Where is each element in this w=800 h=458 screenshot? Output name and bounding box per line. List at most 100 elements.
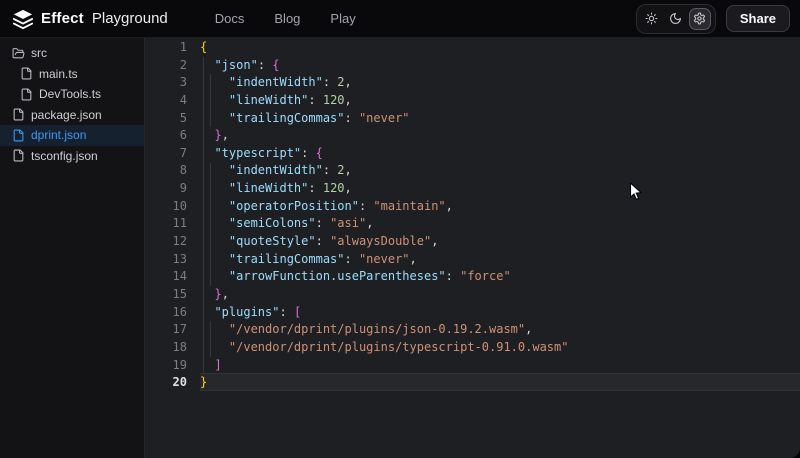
code-line-16[interactable]: 16 "plugins": [ bbox=[145, 304, 800, 322]
file-name: main.ts bbox=[39, 67, 78, 81]
nav-link-play[interactable]: Play bbox=[330, 11, 355, 26]
line-content: }, bbox=[187, 286, 229, 304]
file-icon bbox=[20, 88, 33, 101]
code-line-18[interactable]: 18 "/vendor/dprint/plugins/typescript-0.… bbox=[145, 339, 800, 357]
code-line-12[interactable]: 12 "quoteStyle": "alwaysDouble", bbox=[145, 233, 800, 251]
code-line-4[interactable]: 4 "lineWidth": 120, bbox=[145, 92, 800, 110]
theme-dark-button[interactable] bbox=[665, 8, 687, 30]
line-number: 12 bbox=[145, 233, 187, 251]
sidebar-item-dprint-json[interactable]: dprint.json bbox=[0, 125, 144, 146]
code-line-14[interactable]: 14 "arrowFunction.useParentheses": "forc… bbox=[145, 268, 800, 286]
file-explorer: src main.ts DevTools.ts package.json dprint.… bbox=[0, 38, 145, 458]
moon-icon bbox=[669, 12, 682, 25]
code-line-8[interactable]: 8 "indentWidth": 2, bbox=[145, 162, 800, 180]
line-number: 6 bbox=[145, 127, 187, 145]
theme-toggle bbox=[636, 4, 716, 34]
line-content: "/vendor/dprint/plugins/json-0.19.2.wasm… bbox=[187, 321, 532, 339]
code-line-19[interactable]: 19 ] bbox=[145, 357, 800, 375]
line-content: "typescript": { bbox=[187, 145, 323, 163]
file-name: src bbox=[31, 46, 47, 60]
code-line-20[interactable]: 20} bbox=[145, 374, 800, 392]
code-line-2[interactable]: 2 "json": { bbox=[145, 57, 800, 75]
line-content: { bbox=[187, 39, 207, 57]
brand[interactable]: Effect Playground bbox=[12, 8, 168, 30]
code-line-6[interactable]: 6 }, bbox=[145, 127, 800, 145]
brand-name: Effect bbox=[41, 10, 84, 27]
theme-system-button[interactable] bbox=[689, 8, 711, 30]
line-content: "plugins": [ bbox=[187, 304, 301, 322]
file-icon bbox=[12, 108, 25, 121]
code-line-3[interactable]: 3 "indentWidth": 2, bbox=[145, 74, 800, 92]
line-content: "json": { bbox=[187, 57, 280, 75]
line-number: 2 bbox=[145, 57, 187, 75]
sidebar-item-main-ts[interactable]: main.ts bbox=[0, 64, 144, 85]
line-number: 7 bbox=[145, 145, 187, 163]
file-name: package.json bbox=[31, 108, 102, 122]
line-number: 5 bbox=[145, 110, 187, 128]
share-button[interactable]: Share bbox=[726, 5, 790, 32]
gear-icon bbox=[693, 12, 706, 25]
effect-playground-window: Effect Playground Docs Blog Play bbox=[0, 0, 800, 458]
line-content: "trailingCommas": "never" bbox=[187, 110, 410, 128]
line-content: "quoteStyle": "alwaysDouble", bbox=[187, 233, 438, 251]
line-number: 9 bbox=[145, 180, 187, 198]
line-content: "indentWidth": 2, bbox=[187, 162, 352, 180]
line-content: }, bbox=[187, 127, 229, 145]
code-line-9[interactable]: 9 "lineWidth": 120, bbox=[145, 180, 800, 198]
file-name: dprint.json bbox=[31, 128, 86, 142]
theme-light-button[interactable] bbox=[641, 8, 663, 30]
header: Effect Playground Docs Blog Play bbox=[0, 0, 800, 38]
line-number: 4 bbox=[145, 92, 187, 110]
file-icon bbox=[12, 129, 25, 142]
file-icon bbox=[12, 149, 25, 162]
code-line-1[interactable]: 1{ bbox=[145, 39, 800, 57]
line-number: 17 bbox=[145, 321, 187, 339]
file-icon bbox=[20, 67, 33, 80]
line-number: 20 bbox=[145, 374, 187, 392]
line-content: "lineWidth": 120, bbox=[187, 180, 352, 198]
main-nav: Docs Blog Play bbox=[215, 11, 356, 26]
line-number: 19 bbox=[145, 357, 187, 375]
folder-open-icon bbox=[12, 47, 25, 60]
code-line-5[interactable]: 5 "trailingCommas": "never" bbox=[145, 110, 800, 128]
line-content: "trailingCommas": "never", bbox=[187, 251, 417, 269]
line-content: "arrowFunction.useParentheses": "force" bbox=[187, 268, 511, 286]
line-number: 11 bbox=[145, 215, 187, 233]
nav-link-docs[interactable]: Docs bbox=[215, 11, 245, 26]
file-name: tsconfig.json bbox=[31, 149, 98, 163]
line-content: ] bbox=[187, 357, 222, 375]
code-line-11[interactable]: 11 "semiColons": "asi", bbox=[145, 215, 800, 233]
line-number: 15 bbox=[145, 286, 187, 304]
code-lines: 1{2 "json": {3 "indentWidth": 2,4 "lineW… bbox=[145, 38, 800, 458]
line-number: 3 bbox=[145, 74, 187, 92]
line-content: "operatorPosition": "maintain", bbox=[187, 198, 453, 216]
code-line-10[interactable]: 10 "operatorPosition": "maintain", bbox=[145, 198, 800, 216]
main-area: src main.ts DevTools.ts package.json dprint.… bbox=[0, 38, 800, 458]
line-number: 8 bbox=[145, 162, 187, 180]
file-name: DevTools.ts bbox=[39, 87, 101, 101]
sidebar-item-package-json[interactable]: package.json bbox=[0, 105, 144, 126]
code-line-13[interactable]: 13 "trailingCommas": "never", bbox=[145, 251, 800, 269]
effect-logo-icon bbox=[12, 8, 34, 30]
sun-icon bbox=[645, 12, 658, 25]
line-content: "indentWidth": 2, bbox=[187, 74, 352, 92]
line-content: "semiColons": "asi", bbox=[187, 215, 373, 233]
line-number: 1 bbox=[145, 39, 187, 57]
nav-link-blog[interactable]: Blog bbox=[274, 11, 300, 26]
brand-subtitle: Playground bbox=[92, 10, 168, 27]
line-content: "lineWidth": 120, bbox=[187, 92, 352, 110]
code-editor[interactable]: 1{2 "json": {3 "indentWidth": 2,4 "lineW… bbox=[145, 38, 800, 458]
sidebar-item-src[interactable]: src bbox=[0, 43, 144, 64]
code-line-15[interactable]: 15 }, bbox=[145, 286, 800, 304]
line-number: 14 bbox=[145, 268, 187, 286]
line-number: 18 bbox=[145, 339, 187, 357]
line-content: } bbox=[187, 374, 207, 392]
line-content: "/vendor/dprint/plugins/typescript-0.91.… bbox=[187, 339, 568, 357]
sidebar-item-DevTools-ts[interactable]: DevTools.ts bbox=[0, 84, 144, 105]
code-line-17[interactable]: 17 "/vendor/dprint/plugins/json-0.19.2.w… bbox=[145, 321, 800, 339]
line-number: 10 bbox=[145, 198, 187, 216]
code-line-7[interactable]: 7 "typescript": { bbox=[145, 145, 800, 163]
sidebar-item-tsconfig-json[interactable]: tsconfig.json bbox=[0, 146, 144, 167]
line-number: 13 bbox=[145, 251, 187, 269]
line-number: 16 bbox=[145, 304, 187, 322]
